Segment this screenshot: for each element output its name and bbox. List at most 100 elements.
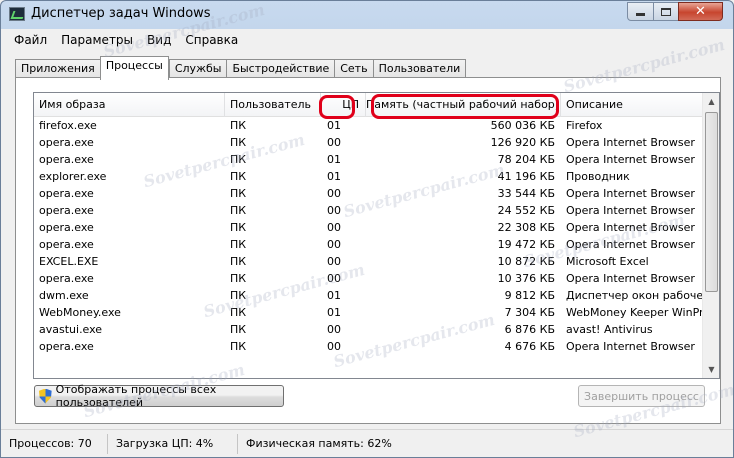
list-header: Имя образа Пользователь ЦП Память (частн… (34, 93, 703, 117)
process-user: ПК (230, 255, 247, 268)
process-memory: 22 308 КБ (497, 221, 555, 234)
process-description: Opera Internet Browser (566, 272, 695, 285)
process-cpu: 01 (327, 170, 341, 183)
process-name: explorer.exe (39, 170, 107, 183)
maximize-icon (661, 7, 671, 16)
close-icon: ✕ (695, 4, 706, 19)
status-cpu-usage: Загрузка ЦП: 4% (108, 433, 238, 454)
process-memory: 33 544 КБ (497, 187, 555, 200)
process-row[interactable]: firefox.exe ПК 01 560 036 КБ Firefox (34, 117, 703, 134)
column-cpu[interactable]: ЦП (321, 93, 366, 117)
minimize-button[interactable] (627, 2, 654, 21)
process-memory: 126 920 КБ (490, 136, 555, 149)
process-row[interactable]: EXCEL.EXE ПК 00 10 872 КБ Microsoft Excel (34, 253, 703, 270)
process-user: ПК (230, 136, 247, 149)
vertical-scrollbar[interactable]: ▲ ▼ (702, 93, 719, 378)
process-cpu: 01 (327, 306, 341, 319)
process-user: ПК (230, 204, 247, 217)
scroll-thumb[interactable] (705, 112, 718, 292)
process-memory: 10 376 КБ (497, 272, 555, 285)
column-user[interactable]: Пользователь (225, 93, 321, 117)
show-all-users-button[interactable]: Отображать процессы всех пользователей (34, 383, 284, 409)
process-row[interactable]: dwm.exe ПК 01 9 812 КБ Диспетчер окон рабоче… (34, 287, 703, 304)
process-name: firefox.exe (39, 119, 97, 132)
process-name: opera.exe (39, 221, 94, 234)
process-description: Opera Internet Browser (566, 187, 695, 200)
close-button[interactable]: ✕ (678, 2, 723, 21)
process-memory: 9 812 КБ (504, 289, 555, 302)
process-name: opera.exe (39, 136, 94, 149)
tab-strip: Приложения Процессы Службы Быстродействи… (15, 56, 467, 80)
window-title: Диспетчер задач Windows (31, 6, 211, 21)
process-description: Проводник (566, 170, 630, 183)
process-description: Диспетчер окон рабочего (566, 289, 703, 302)
end-process-button[interactable]: Завершить процесс (578, 385, 705, 407)
process-list[interactable]: Имя образа Пользователь ЦП Память (частн… (33, 92, 720, 379)
process-row[interactable]: opera.exe ПК 00 33 544 КБ Opera Internet Bro… (34, 185, 703, 202)
process-name: opera.exe (39, 238, 94, 251)
process-name: opera.exe (39, 187, 94, 200)
column-description[interactable]: Описание (561, 93, 703, 117)
process-row[interactable]: explorer.exe ПК 01 41 196 КБ Проводник (34, 168, 703, 185)
scroll-up-icon[interactable]: ▲ (703, 93, 719, 110)
process-memory: 10 872 КБ (497, 255, 555, 268)
process-memory: 4 676 КБ (504, 340, 555, 353)
process-user: ПК (230, 221, 247, 234)
process-name: opera.exe (39, 272, 94, 285)
process-row[interactable]: opera.exe ПК 01 78 204 КБ Opera Internet Bro… (34, 151, 703, 168)
process-cpu: 00 (327, 323, 341, 336)
menu-help[interactable]: Справка (178, 33, 245, 47)
column-image-name[interactable]: Имя образа (34, 93, 225, 117)
process-row[interactable]: opera.exe ПК 00 22 308 КБ Opera Internet Bro… (34, 219, 703, 236)
status-process-count: Процессов: 70 (1, 433, 108, 454)
process-cpu: 00 (327, 238, 341, 251)
menu-file[interactable]: Файл (7, 33, 54, 47)
process-cpu: 01 (327, 153, 341, 166)
process-cpu: 01 (327, 119, 341, 132)
maximize-button[interactable] (653, 2, 679, 21)
process-cpu: 01 (327, 289, 341, 302)
process-description: avast! Antivirus (566, 323, 653, 336)
process-cpu: 00 (327, 340, 341, 353)
process-name: EXCEL.EXE (39, 255, 99, 268)
process-description: Firefox (566, 119, 603, 132)
process-cpu: 00 (327, 136, 341, 149)
process-cpu: 00 (327, 187, 341, 200)
process-user: ПК (230, 340, 247, 353)
title-bar[interactable]: Диспетчер задач Windows ✕ (1, 1, 733, 29)
menu-view[interactable]: Вид (140, 33, 178, 47)
menu-options[interactable]: Параметры (54, 33, 140, 47)
minimize-icon (636, 13, 645, 16)
process-user: ПК (230, 289, 247, 302)
process-memory: 78 204 КБ (497, 153, 555, 166)
processes-panel: Имя образа Пользователь ЦП Память (частн… (15, 77, 721, 424)
task-manager-icon (9, 7, 25, 21)
process-name: opera.exe (39, 153, 94, 166)
process-memory: 19 472 КБ (497, 238, 555, 251)
process-row[interactable]: opera.exe ПК 00 10 376 КБ Opera Internet Bro… (34, 270, 703, 287)
process-description: Opera Internet Browser (566, 204, 695, 217)
process-user: ПК (230, 238, 247, 251)
scroll-down-icon[interactable]: ▼ (703, 361, 719, 378)
process-memory: 7 304 КБ (504, 306, 555, 319)
process-row[interactable]: WebMoney.exe ПК 01 7 304 КБ WebMoney Keeper … (34, 304, 703, 321)
process-row[interactable]: opera.exe ПК 00 24 552 КБ Opera Internet Bro… (34, 202, 703, 219)
process-row[interactable]: opera.exe ПК 00 4 676 КБ Opera Internet Brow… (34, 338, 703, 355)
process-user: ПК (230, 170, 247, 183)
tab-processes[interactable]: Процессы (99, 56, 169, 80)
process-cpu: 00 (327, 221, 341, 234)
process-description: Opera Internet Browser (566, 340, 695, 353)
process-rows: firefox.exe ПК 01 560 036 КБ Firefox opera.ex… (34, 117, 703, 355)
uac-shield-icon (39, 388, 52, 404)
process-memory: 6 876 КБ (504, 323, 555, 336)
process-user: ПК (230, 272, 247, 285)
task-manager-window: Диспетчер задач Windows ✕ Файл Параметры… (0, 0, 734, 458)
process-row[interactable]: opera.exe ПК 00 19 472 КБ Opera Internet Bro… (34, 236, 703, 253)
process-cpu: 00 (327, 204, 341, 217)
process-row[interactable]: opera.exe ПК 00 126 920 КБ Opera Internet Br… (34, 134, 703, 151)
process-cpu: 00 (327, 272, 341, 285)
process-name: avastui.exe (39, 323, 103, 336)
process-name: dwm.exe (39, 289, 89, 302)
column-memory[interactable]: Память (частный рабочий набор) (366, 93, 561, 117)
process-row[interactable]: avastui.exe ПК 00 6 876 КБ avast! Antivirus (34, 321, 703, 338)
